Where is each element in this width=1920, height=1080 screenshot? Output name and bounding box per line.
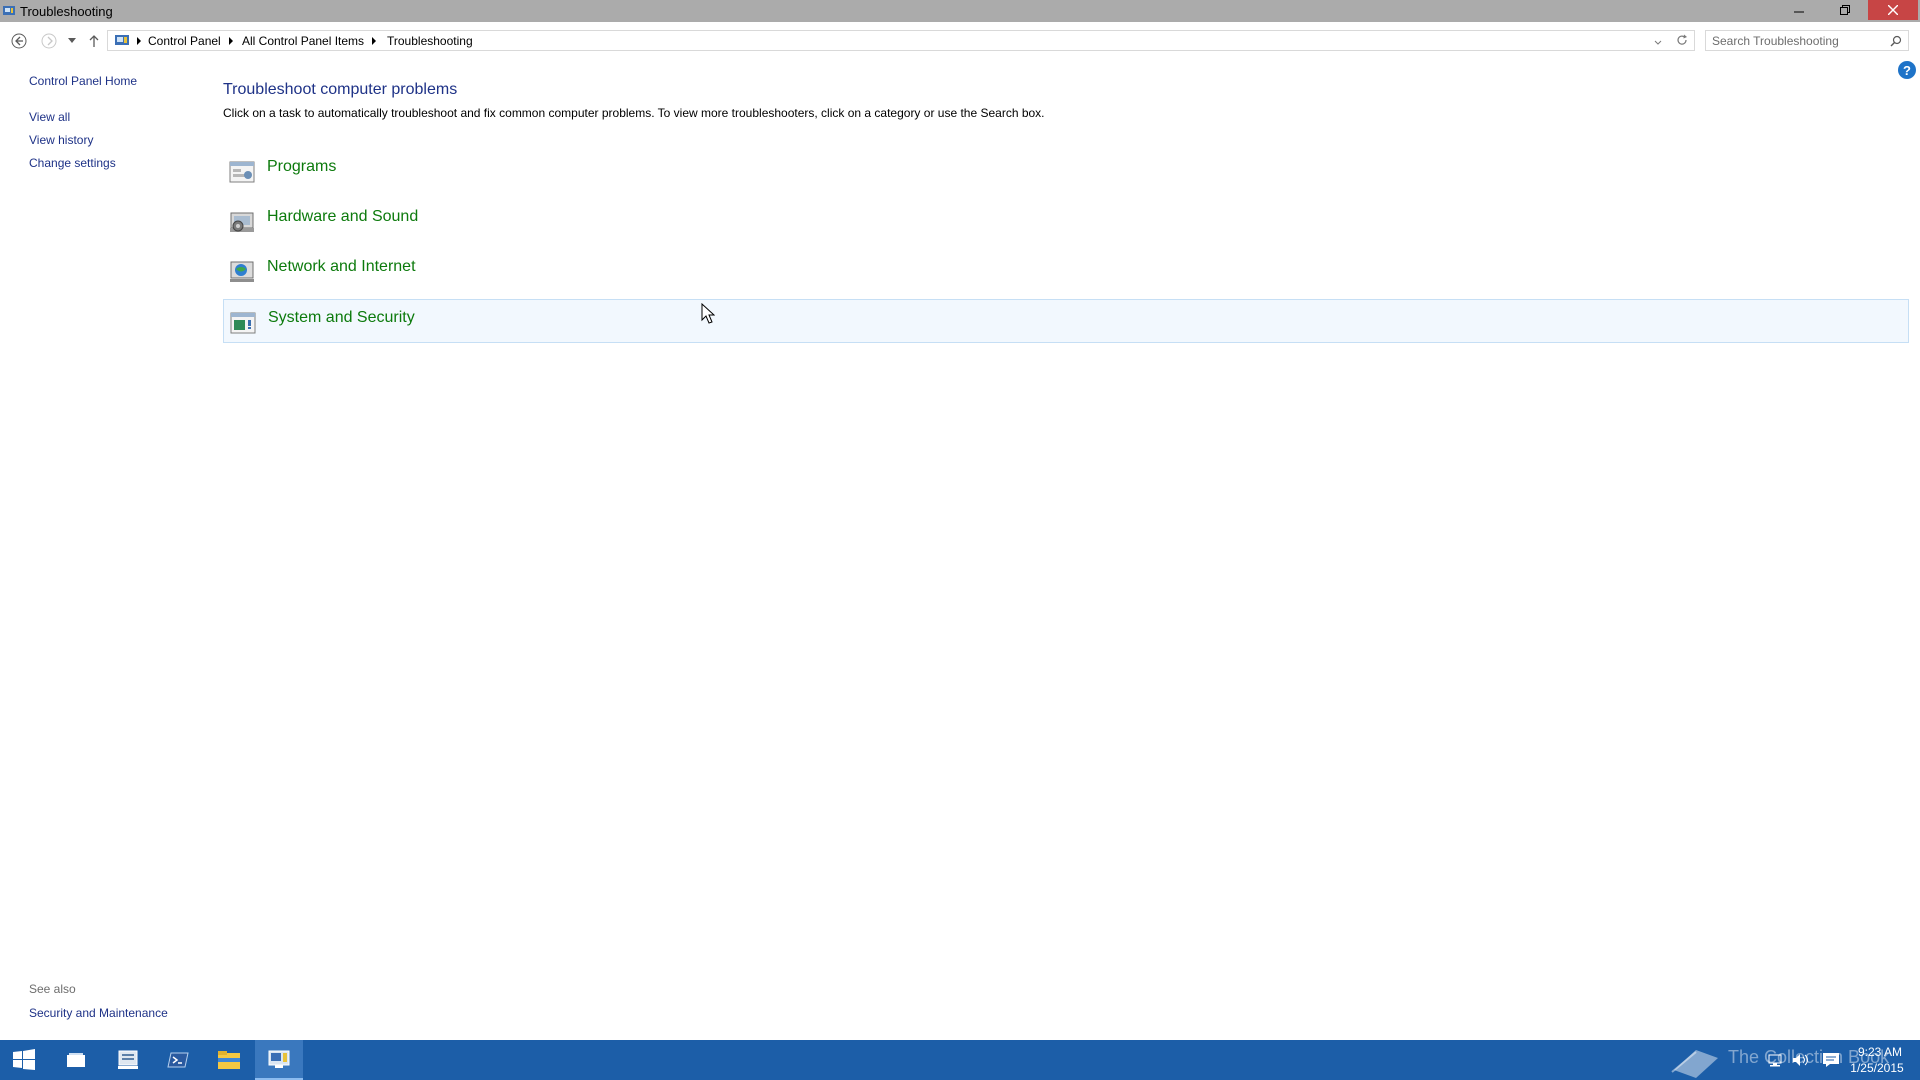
breadcrumb-separator-icon[interactable] [372,37,376,45]
server-manager-icon [118,1050,138,1069]
close-icon [1888,5,1898,15]
refresh-button[interactable] [1676,34,1688,49]
chevron-down-icon [68,38,76,43]
help-icon: ? [1903,62,1911,78]
windows-logo-icon [13,1049,35,1070]
action-center-icon[interactable] [1822,1052,1840,1068]
page-title: Troubleshoot computer problems [223,81,458,98]
breadcrumb-separator-icon[interactable] [137,37,141,45]
taskbar: The Collection Book 9:23 AM 1/25/2015 [0,1040,1920,1080]
restore-icon [1840,5,1850,15]
chevron-down-icon [1654,40,1662,45]
back-arrow-icon [11,33,27,49]
minimize-button[interactable] [1776,0,1822,20]
volume-icon[interactable] [1792,1053,1810,1067]
help-button[interactable]: ? [1898,61,1916,79]
troubleshooting-taskbar-button[interactable] [255,1040,303,1080]
search-placeholder: Search Troubleshooting [1712,34,1839,48]
category-label: Hardware and Sound [267,208,419,225]
category-label: Programs [267,158,337,175]
back-button[interactable] [8,30,30,52]
system-security-icon [230,312,256,334]
start-button[interactable] [0,1040,48,1080]
network-internet-icon [230,261,254,282]
title-bar: Troubleshooting [0,0,1920,22]
category-network-internet[interactable]: Network and Internet [223,249,1909,293]
window-title: Troubleshooting [20,4,113,19]
control-panel-home-link[interactable]: Control Panel Home [29,74,137,88]
task-view-icon [67,1053,85,1067]
breadcrumb-control-panel[interactable]: Control Panel [148,34,221,48]
restore-button[interactable] [1822,0,1868,20]
powershell-button[interactable] [154,1040,202,1080]
forward-button[interactable] [38,30,60,52]
breadcrumb-troubleshooting[interactable]: Troubleshooting [387,34,473,48]
network-tray-icon[interactable] [1768,1053,1784,1067]
server-manager-button[interactable] [104,1040,152,1080]
refresh-icon [1677,34,1687,45]
category-label: Network and Internet [267,258,416,275]
clock-time[interactable]: 9:23 AM [1852,1045,1908,1059]
programs-icon [229,161,255,183]
recent-locations-button[interactable] [62,30,82,52]
address-bar[interactable]: Control Panel All Control Panel Items Tr… [107,30,1695,51]
task-view-button[interactable] [52,1040,100,1080]
change-settings-link[interactable]: Change settings [29,156,116,170]
folder-icon [218,1051,240,1069]
forward-arrow-icon [41,33,57,49]
control-panel-icon [115,35,129,45]
up-arrow-icon [89,35,99,47]
search-input[interactable]: Search Troubleshooting [1705,30,1909,51]
address-dropdown-button[interactable] [1654,35,1662,50]
category-programs[interactable]: Programs [223,149,1909,193]
close-button[interactable] [1868,0,1918,20]
hardware-sound-icon [230,212,254,232]
view-all-link[interactable]: View all [29,110,70,124]
category-label: System and Security [268,309,415,326]
control-panel-icon [3,6,15,15]
up-button[interactable] [83,30,105,52]
navigation-bar: Control Panel All Control Panel Items Tr… [0,24,1920,56]
security-maintenance-link[interactable]: Security and Maintenance [29,1006,168,1020]
search-icon[interactable] [1890,35,1902,47]
page-description: Click on a task to automatically trouble… [223,106,1045,120]
category-hardware-sound[interactable]: Hardware and Sound [223,199,1909,243]
view-history-link[interactable]: View history [29,133,93,147]
mouse-cursor-icon [701,303,715,324]
category-system-security[interactable]: System and Security [223,299,1909,343]
clock-date[interactable]: 1/25/2015 [1846,1061,1908,1075]
powershell-icon [167,1052,189,1068]
minimize-icon [1794,11,1804,13]
breadcrumb-all-items[interactable]: All Control Panel Items [242,34,364,48]
see-also-heading: See also [29,982,76,996]
book-watermark-icon [1671,1050,1718,1078]
breadcrumb-separator-icon[interactable] [229,37,233,45]
file-explorer-button[interactable] [205,1040,253,1080]
control-panel-icon [268,1050,290,1068]
